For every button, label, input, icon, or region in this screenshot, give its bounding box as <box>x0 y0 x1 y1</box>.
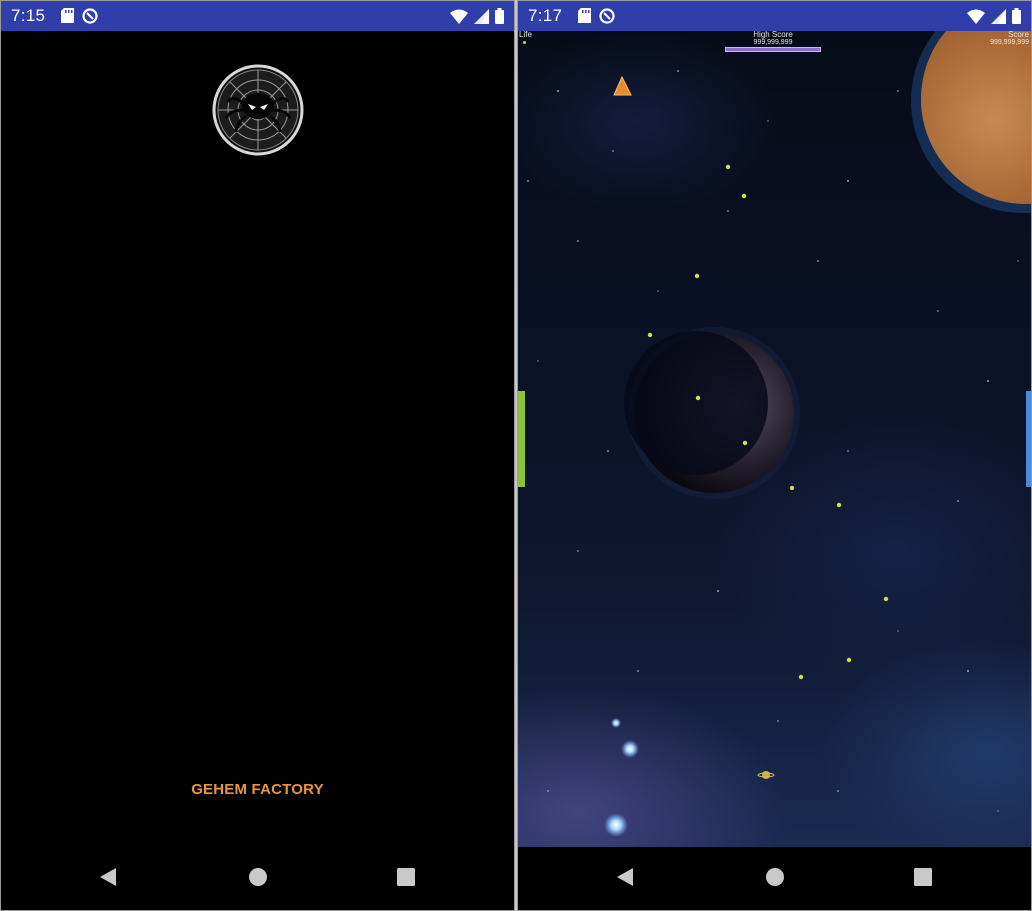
score-label: Score <box>1008 31 1029 39</box>
left-phone-screen: 7:15 GEHEM FACTORY <box>0 0 515 911</box>
high-score-label: High Score <box>753 31 793 39</box>
status-bar: 7:17 <box>518 1 1031 31</box>
status-time: 7:17 <box>528 6 563 25</box>
score-value: 999,999,999 <box>990 39 1029 46</box>
energy-gauge <box>1026 391 1031 487</box>
signal-icon <box>474 8 489 24</box>
home-icon[interactable] <box>763 865 787 894</box>
navigation-bar <box>518 847 1031 910</box>
starfield-background <box>527 31 1031 837</box>
life-label: Life <box>519 31 532 39</box>
wifi-icon <box>967 9 985 24</box>
signal-icon <box>991 8 1006 24</box>
sd-card-icon <box>578 8 591 24</box>
brand-name: GEHEM FACTORY <box>191 781 324 798</box>
spaceship-triangle-icon[interactable] <box>613 75 632 96</box>
life-gauge <box>518 391 525 487</box>
home-icon[interactable] <box>246 865 270 894</box>
battery-icon <box>1012 8 1021 24</box>
high-score-bar <box>725 47 821 52</box>
battery-icon <box>495 8 504 24</box>
sync-icon <box>82 8 98 24</box>
right-phone-screen: 7:17 Life High Score 999,999,999 Score 9… <box>517 0 1032 911</box>
wifi-icon <box>450 9 468 24</box>
spider-web-logo-icon <box>212 64 304 156</box>
navigation-bar <box>1 847 514 910</box>
high-score-value: 999,999,999 <box>753 39 793 46</box>
sync-icon <box>599 8 615 24</box>
life-indicator <box>523 41 526 44</box>
back-icon[interactable] <box>96 865 120 894</box>
status-bar: 7:15 <box>1 1 514 31</box>
status-time: 7:15 <box>11 6 46 25</box>
game-canvas[interactable]: Life High Score 999,999,999 Score 999,99… <box>518 31 1031 848</box>
sd-card-icon <box>61 8 74 24</box>
high-score-panel: High Score 999,999,999 <box>724 31 822 52</box>
back-icon[interactable] <box>613 865 637 894</box>
recents-icon[interactable] <box>394 865 418 894</box>
recents-icon[interactable] <box>911 865 935 894</box>
score-panel: Score 999,999,999 <box>990 31 1029 46</box>
